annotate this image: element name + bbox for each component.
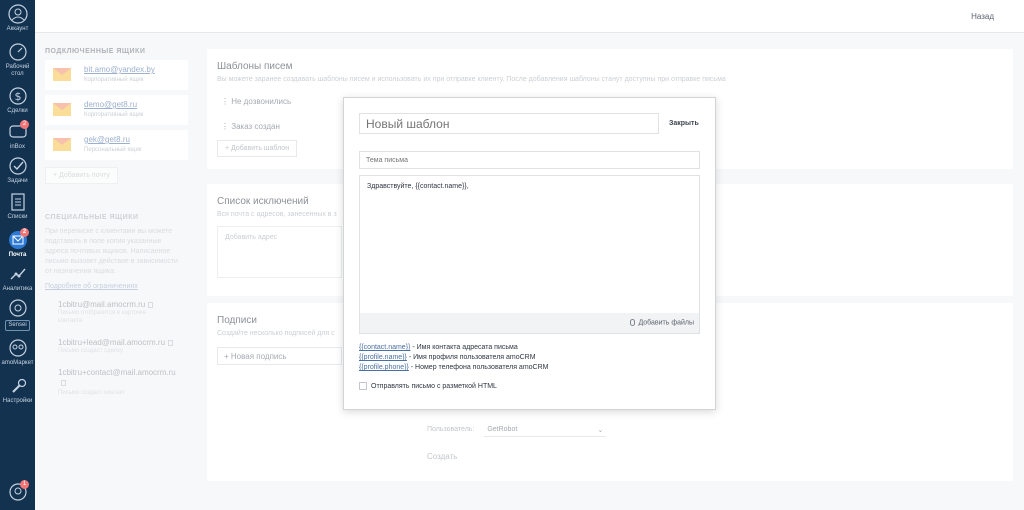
- nav-item-analytics[interactable]: Аналитика: [0, 264, 35, 293]
- avatar-icon: [7, 4, 28, 24]
- back-button[interactable]: Назад: [971, 12, 994, 21]
- nav-item-label: Sensei: [5, 320, 30, 331]
- paperclip-icon: [630, 319, 636, 326]
- attachment-bar: Добавить файлы: [360, 313, 699, 333]
- gear-icon: [8, 299, 27, 317]
- market-icon: [8, 339, 27, 357]
- variable-description: - Имя профиля пользователя amoCRM: [406, 354, 536, 361]
- speedometer-icon: [8, 43, 27, 61]
- subject-input[interactable]: [359, 151, 700, 169]
- variable-hint: {{profile.phone}} - Номер телефона польз…: [359, 364, 549, 371]
- nav-item-tasks[interactable]: Задачи: [0, 156, 35, 185]
- nav-item-label: amoМаркет: [1, 360, 34, 366]
- notification-badge: 2: [20, 120, 29, 129]
- variable-hint: {{contact.name}} - Имя контакта адресата…: [359, 344, 518, 351]
- notification-badge: 2: [20, 228, 29, 237]
- nav-item-label: inBox: [9, 144, 25, 150]
- html-markup-checkbox[interactable]: [359, 382, 367, 390]
- nav-item-dashboard[interactable]: Рабочий стол: [0, 42, 35, 78]
- new-template-modal: Закрыть Здравствуйте, {{contact.name}}, …: [343, 97, 716, 410]
- variable-token[interactable]: {{profile.name}}: [359, 354, 407, 361]
- nav-item-inbox[interactable]: 2 inBox: [0, 120, 35, 151]
- nav-item-settings[interactable]: Настройки: [0, 376, 35, 405]
- nav-item-label: Аналитика: [2, 286, 33, 292]
- top-bar: Назад: [35, 0, 1024, 33]
- nav-item-lists[interactable]: Списки: [0, 192, 35, 221]
- variable-description: - Имя контакта адресата письма: [410, 344, 518, 351]
- nav-item-account[interactable]: Аккаунт: [0, 4, 35, 33]
- left-navigation: Аккаунт Рабочий стол $ Сделки 2 inBox За…: [0, 0, 35, 510]
- nav-item-label: Аккаунт: [6, 26, 29, 32]
- chart-icon: [10, 268, 26, 280]
- nav-item-sensei[interactable]: Sensei: [0, 298, 35, 331]
- html-markup-label: Отправлять письмо с разметкой HTML: [371, 382, 497, 390]
- checkmark-icon: [8, 157, 27, 175]
- variable-hint: {{profile.name}} - Имя профиля пользоват…: [359, 354, 536, 361]
- html-markup-option[interactable]: Отправлять письмо с разметкой HTML: [359, 382, 497, 390]
- variable-token[interactable]: {{contact.name}}: [359, 344, 410, 351]
- message-body-text: Здравствуйте, {{contact.name}},: [367, 183, 469, 190]
- template-name-input[interactable]: [359, 113, 659, 134]
- nav-item-deals[interactable]: $ Сделки: [0, 86, 35, 115]
- nav-item-label: Задачи: [7, 178, 28, 184]
- message-body-editor[interactable]: Здравствуйте, {{contact.name}}, Добавить…: [359, 175, 700, 334]
- variable-description: - Номер телефона пользователя amoCRM: [408, 364, 549, 371]
- wrench-icon: [11, 378, 26, 393]
- dollar-icon: $: [8, 87, 27, 105]
- list-icon: [10, 193, 25, 211]
- nav-item-support[interactable]: 1: [0, 480, 35, 504]
- nav-item-label: Настройки: [2, 398, 33, 404]
- svg-text:$: $: [14, 90, 21, 103]
- notification-badge: 1: [20, 480, 29, 489]
- variable-token[interactable]: {{profile.phone}}: [359, 364, 409, 371]
- nav-item-label: Сделки: [7, 108, 28, 114]
- nav-item-label: Списки: [7, 214, 28, 220]
- attach-files-label: Добавить файлы: [638, 319, 694, 327]
- nav-item-label: Почта: [8, 252, 27, 258]
- close-button[interactable]: Закрыть: [669, 120, 699, 127]
- attach-files-button[interactable]: Добавить файлы: [630, 319, 694, 326]
- nav-item-label: Рабочий стол: [5, 64, 30, 77]
- nav-item-mail[interactable]: 2 Почта: [0, 228, 35, 259]
- nav-item-market[interactable]: amoМаркет: [0, 338, 35, 367]
